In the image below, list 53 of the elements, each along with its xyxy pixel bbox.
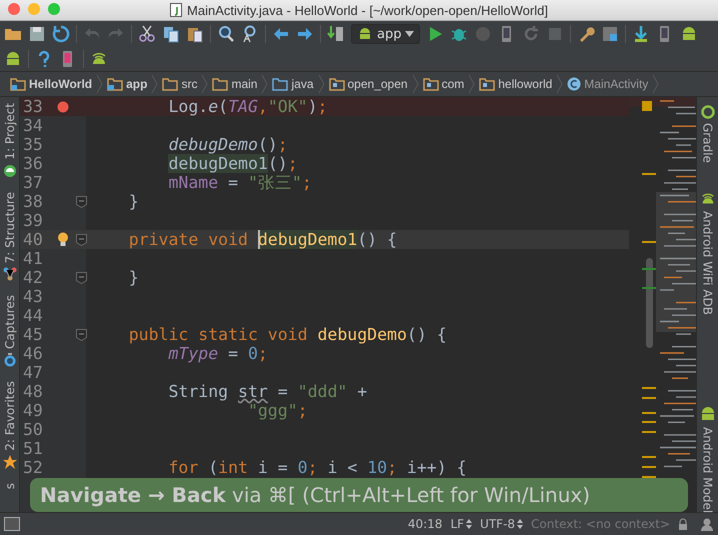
- code-line: debugDemo();: [167, 135, 288, 154]
- breadcrumb-item[interactable]: HelloWorld: [6, 77, 96, 91]
- line-number: 36: [22, 154, 44, 173]
- code-line: String str = "ddd" +: [167, 382, 368, 401]
- line-number: 35: [22, 135, 44, 154]
- breadcrumb-item[interactable]: app: [103, 77, 152, 91]
- tool-window-tab[interactable]: Android Model: [700, 406, 714, 514]
- code-line: "ggg";: [246, 401, 308, 420]
- tool-window-tab[interactable]: 1: Project: [2, 103, 16, 178]
- line-number: 47: [22, 363, 44, 382]
- line-number: 52: [22, 458, 44, 477]
- breadcrumb-item[interactable]: src: [158, 77, 202, 91]
- encoding-selector[interactable]: UTF-8: [480, 517, 524, 531]
- breadcrumb-item[interactable]: com: [418, 77, 468, 91]
- line-number: 37: [22, 173, 44, 192]
- code-line: Log.e(TAG,"OK");: [167, 97, 328, 116]
- line-number: 41: [22, 249, 44, 268]
- line-number: 38: [22, 192, 44, 211]
- breadcrumb-item[interactable]: MainActivity: [563, 77, 652, 91]
- line-number: 43: [22, 287, 44, 306]
- code-line: public static void debugDemo() {: [128, 325, 447, 344]
- run-config-dropdown[interactable]: app: [351, 24, 420, 44]
- line-number: 44: [22, 306, 44, 325]
- line-number: 51: [22, 439, 44, 458]
- line-number: 33: [22, 97, 44, 116]
- line-number: 40: [22, 230, 44, 249]
- tool-window-tab[interactable]: Captures: [2, 294, 16, 367]
- breadcrumb-item[interactable]: open_open: [324, 77, 412, 91]
- code-line: }: [128, 268, 139, 287]
- line-number: 45: [22, 325, 44, 344]
- tool-window-tab[interactable]: 7: Structure: [2, 192, 16, 281]
- tool-window-tab[interactable]: 2: Favorites: [2, 380, 16, 469]
- caret-position[interactable]: 40:18: [408, 517, 442, 531]
- breadcrumb-item[interactable]: helloworld: [475, 77, 556, 91]
- tool-window-tab[interactable]: Android WiFi ADB: [700, 190, 716, 315]
- code-line: mType = 0;: [167, 344, 268, 363]
- breadcrumb-item[interactable]: main: [208, 77, 262, 91]
- line-number: 39: [22, 211, 44, 230]
- line-number: 34: [22, 116, 44, 135]
- breadcrumb-item[interactable]: java: [268, 77, 318, 91]
- navigation-hint-toast: Navigate → Back via ⌘[ (Ctrl+Alt+Left for Win/Linux): [30, 478, 688, 512]
- window-title: MainActivity.java - HelloWorld - [~/work/open-open/HelloWorld]: [187, 2, 548, 18]
- code-line: for (int i = 0; i < 10; i++) {: [167, 458, 467, 477]
- code-line: }: [128, 192, 139, 211]
- line-number: 42: [22, 268, 44, 287]
- tool-window-tab[interactable]: Gradle: [700, 105, 714, 163]
- code-line: mName = "张三";: [167, 172, 312, 194]
- line-number: 46: [22, 344, 44, 363]
- tool-window-tab[interactable]: s: [2, 482, 16, 489]
- line-number: 50: [22, 420, 44, 439]
- line-separator-selector[interactable]: LF: [450, 517, 472, 531]
- line-number: 49: [22, 401, 44, 420]
- line-number: 48: [22, 382, 44, 401]
